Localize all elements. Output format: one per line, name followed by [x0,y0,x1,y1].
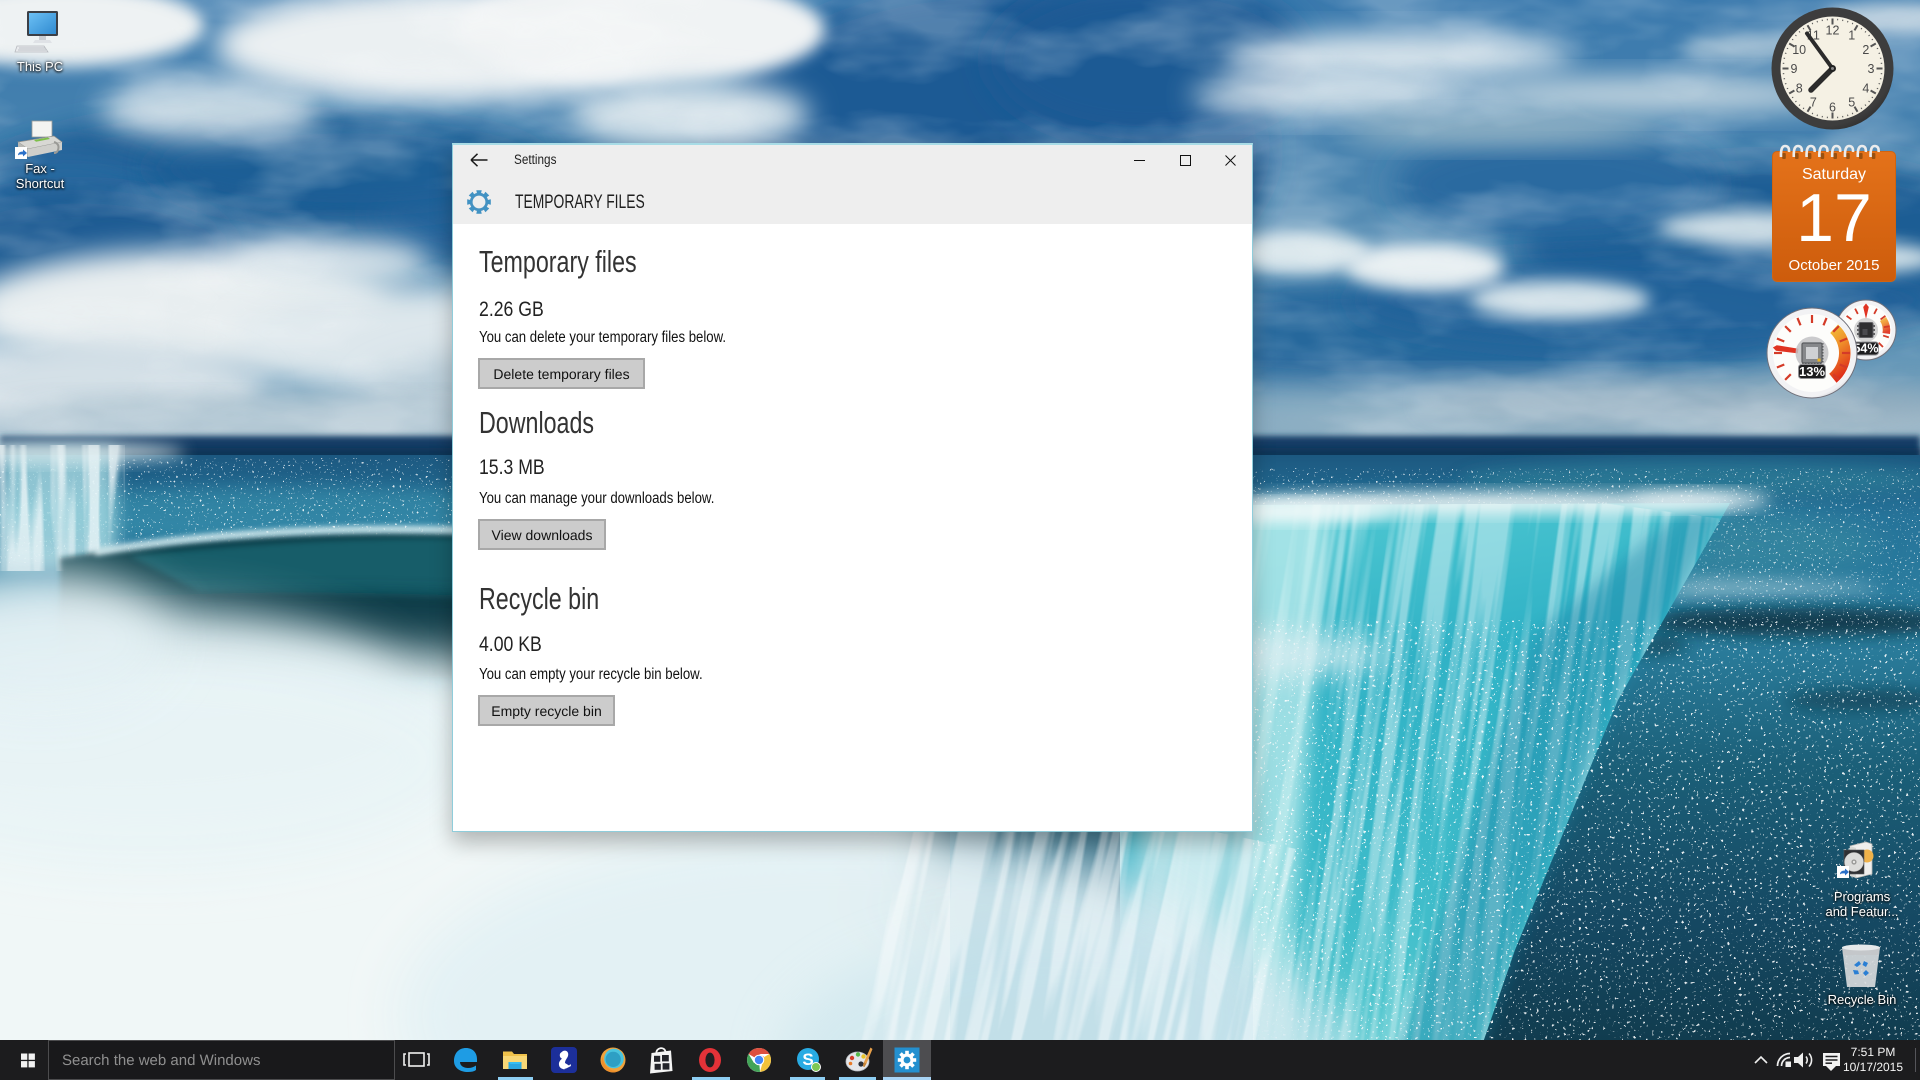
svg-text:3: 3 [1868,62,1875,76]
svg-text:8: 8 [1796,81,1803,95]
svg-text:6: 6 [1829,101,1836,115]
svg-text:5: 5 [1848,95,1855,109]
svg-text:4: 4 [1862,81,1869,95]
svg-text:October 2015: October 2015 [1789,257,1880,274]
svg-text:17: 17 [1796,180,1872,256]
svg-text:13%: 13% [1799,364,1825,379]
svg-text:12: 12 [1826,24,1840,38]
svg-text:1: 1 [1848,29,1855,43]
svg-text:10: 10 [1792,43,1806,57]
svg-text:7: 7 [1810,95,1817,109]
svg-text:9: 9 [1791,62,1798,76]
svg-text:2: 2 [1862,43,1869,57]
